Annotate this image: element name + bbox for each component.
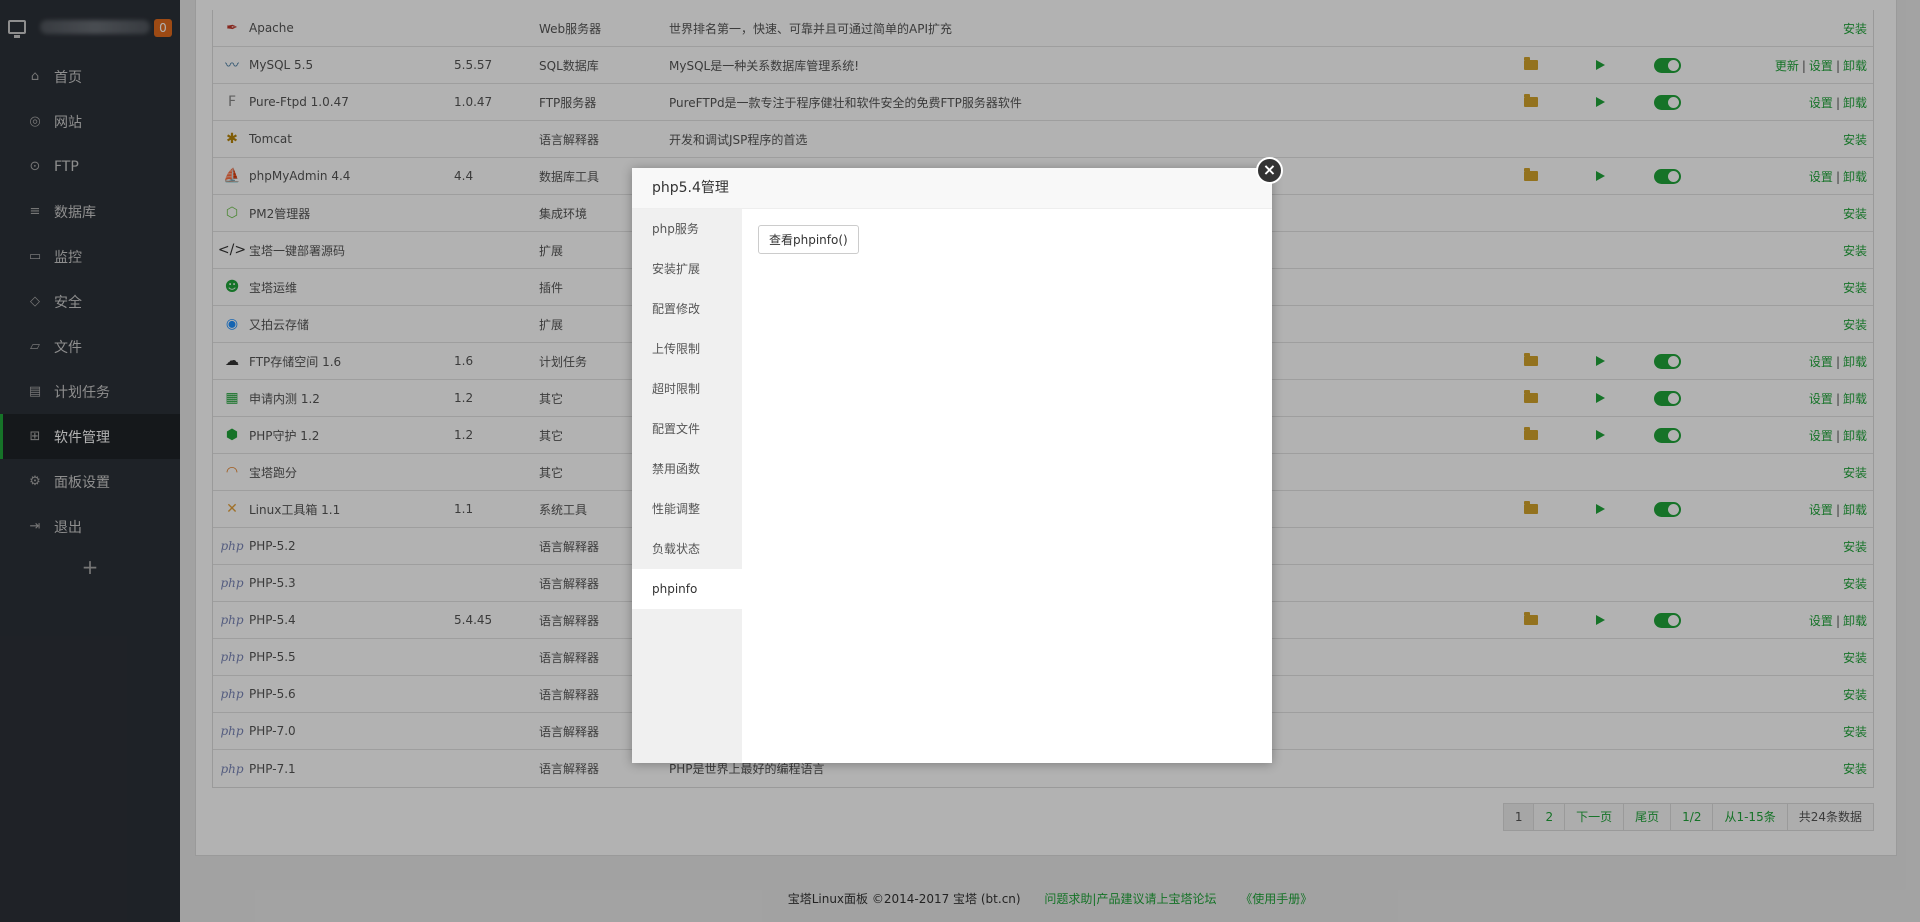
dialog-menu-item[interactable]: 负载状态 — [632, 529, 742, 569]
dialog-menu-item[interactable]: 超时限制 — [632, 369, 742, 409]
dialog-menu-item[interactable]: 性能调整 — [632, 489, 742, 529]
dialog-menu-item[interactable]: php服务 — [632, 209, 742, 249]
dialog-body: 查看phpinfo() — [742, 209, 1272, 763]
dialog-menu-item[interactable]: 安装扩展 — [632, 249, 742, 289]
dialog-title: php5.4管理 — [632, 168, 1272, 209]
dialog-menu-item[interactable]: 禁用函数 — [632, 449, 742, 489]
close-icon[interactable]: × — [1256, 157, 1283, 184]
dialog-menu: php服务 安装扩展 配置修改 上传限制 超时限制 配置文件 禁用函数 性能调整 负载状态 php… — [632, 209, 742, 763]
dialog-menu-item[interactable]: 上传限制 — [632, 329, 742, 369]
dialog-menu-item[interactable]: 配置文件 — [632, 409, 742, 449]
dialog-menu-item[interactable]: 配置修改 — [632, 289, 742, 329]
view-phpinfo-button[interactable]: 查看phpinfo() — [758, 225, 859, 254]
dialog-menu-item[interactable]: phpinfo — [632, 569, 742, 609]
php-manager-dialog: php5.4管理 × php服务 安装扩展 配置修改 上传限制 超时限制 配置文件 禁用函数… — [632, 157, 1283, 763]
